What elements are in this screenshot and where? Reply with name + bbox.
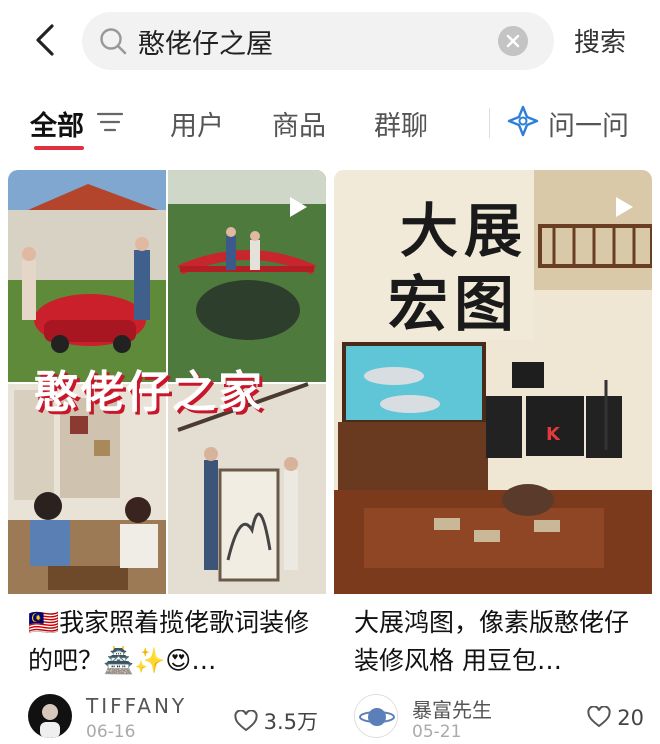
- post-date: 06-16: [86, 722, 136, 742]
- post-date: 05-21: [412, 722, 462, 742]
- tab-ask[interactable]: 问一问: [548, 104, 629, 143]
- tab-bar: 全部 用户 商品 群聊 问一问: [0, 96, 660, 156]
- note-cover-image[interactable]: K 大展 宏图: [334, 170, 652, 594]
- back-arrow-icon[interactable]: [26, 20, 66, 60]
- note-author-row: TIFFANY 06-16 3.5万: [28, 694, 318, 744]
- tab-groups[interactable]: 群聊: [374, 104, 428, 143]
- search-input[interactable]: [138, 20, 498, 62]
- author-name[interactable]: 暴富先生: [412, 694, 492, 723]
- avatar[interactable]: [28, 694, 72, 738]
- note-card[interactable]: K 大展 宏图 大展鸿图，像素版憨佬仔装修风格 用豆包… 暴富先生 05-21 …: [334, 170, 652, 744]
- play-icon: [290, 197, 307, 217]
- cover-pixel-text-bottom: 宏图: [388, 270, 520, 340]
- tab-users[interactable]: 用户: [170, 104, 224, 143]
- play-icon: [616, 197, 633, 217]
- heart-icon: [587, 706, 611, 728]
- note-card[interactable]: 憨佬仔之家 憨佬仔之家 🇲🇾我家照着揽佬歌词装修的吧？🏯✨😍… TIFFANY …: [8, 170, 326, 744]
- note-author-row: 暴富先生 05-21 20: [354, 694, 644, 744]
- note-title[interactable]: 🇲🇾我家照着揽佬歌词装修的吧？🏯✨😍…: [28, 604, 318, 680]
- filter-icon[interactable]: [96, 110, 124, 134]
- search-button[interactable]: 搜索: [574, 22, 626, 59]
- like-count: 3.5万: [263, 710, 318, 734]
- tab-products[interactable]: 商品: [272, 104, 326, 143]
- search-box[interactable]: [82, 12, 554, 70]
- clear-icon[interactable]: [498, 26, 528, 56]
- avatar[interactable]: [354, 694, 398, 738]
- active-tab-indicator: [34, 146, 84, 150]
- search-icon: [100, 28, 127, 55]
- svg-text:K: K: [546, 424, 561, 445]
- search-header: 搜索: [0, 0, 660, 84]
- cover-caption: 憨佬仔之家: [34, 367, 264, 418]
- like-button[interactable]: 3.5万: [233, 706, 318, 736]
- note-cover-image[interactable]: 憨佬仔之家 憨佬仔之家: [8, 170, 326, 594]
- note-title[interactable]: 大展鸿图，像素版憨佬仔装修风格 用豆包…: [354, 604, 644, 680]
- heart-icon: [233, 710, 258, 732]
- like-count: 20: [617, 706, 644, 730]
- tab-divider: [489, 108, 490, 138]
- author-name[interactable]: TIFFANY: [86, 694, 187, 718]
- tab-all[interactable]: 全部: [30, 104, 84, 143]
- ask-sparkle-icon[interactable]: [506, 104, 540, 138]
- like-button[interactable]: 20: [587, 706, 644, 730]
